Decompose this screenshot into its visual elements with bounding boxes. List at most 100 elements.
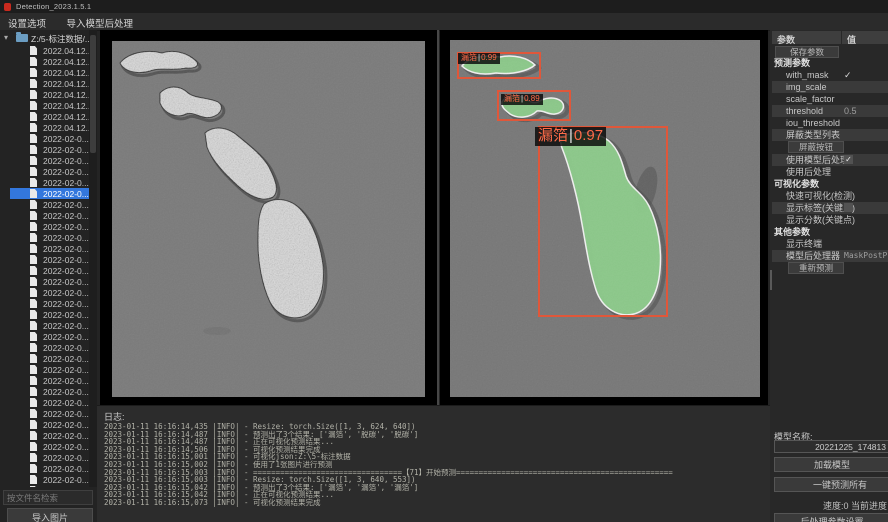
param-row[interactable]: scale_factor — [772, 93, 888, 105]
tree-file-item[interactable]: 2022-02-0... — [10, 254, 89, 265]
param-row[interactable]: 模型后处理器MaskPostPro — [772, 250, 888, 262]
file-icon — [30, 288, 37, 297]
tree-file-item[interactable]: 2022.04.12... — [10, 56, 89, 67]
menubar: 设置选项 导入模型后处理 — [0, 13, 888, 31]
load-model-button[interactable]: 加载模型 — [774, 457, 888, 472]
filename-search-input[interactable] — [3, 490, 93, 505]
tree-file-item[interactable]: 2022-02-0... — [10, 210, 89, 221]
tree-file-label: 2022-02-0... — [43, 442, 89, 452]
tree-file-item[interactable]: 2022-02-0... — [10, 320, 89, 331]
param-action-button[interactable]: 屏蔽按钮 — [788, 141, 844, 153]
tree-file-item[interactable]: 2022-02-0... — [10, 232, 89, 243]
tree-file-item[interactable]: 2022.04.12... — [10, 89, 89, 100]
param-row[interactable]: img_scale — [772, 81, 888, 93]
tree-file-item[interactable]: 2022-02-0... — [10, 265, 89, 276]
tree-file-item[interactable]: 2022-02-0... — [10, 474, 89, 485]
file-icon — [30, 156, 37, 165]
file-icon — [30, 57, 37, 66]
tree-file-item[interactable]: 2022.04.12... — [10, 122, 89, 133]
param-label: 显示标签(关键点) — [772, 203, 855, 213]
param-row[interactable]: with_mask✓ — [772, 69, 888, 81]
param-checkbox[interactable] — [844, 203, 853, 212]
param-row[interactable]: 显示分数(关键点) — [772, 214, 888, 226]
app-icon — [4, 3, 11, 11]
detection-label: 漏箔|0.89 — [501, 94, 543, 105]
menu-settings-options[interactable]: 设置选项 — [0, 13, 54, 30]
param-label: 使用后处理 — [772, 167, 831, 177]
import-images-button[interactable]: 导入图片 — [7, 508, 93, 522]
tree-file-label: 2022-02-0... — [43, 222, 89, 232]
source-image — [112, 41, 425, 397]
param-row[interactable]: 显示终端 — [772, 238, 888, 250]
tree-file-item[interactable]: 2022-02-0... — [10, 430, 89, 441]
tree-file-item[interactable]: 2022-02-0... — [10, 276, 89, 287]
prediction-image-panel[interactable]: 漏箔|0.99漏箔|0.89漏箔|0.97 — [440, 30, 768, 405]
tree-file-item[interactable]: 2022-02-0... — [10, 364, 89, 375]
tree-file-label: 2022-02-0... — [43, 299, 89, 309]
detection-overlay: 漏箔|0.99漏箔|0.89漏箔|0.97 — [450, 40, 760, 397]
tree-file-item[interactable]: 2022-02-0... — [10, 342, 89, 353]
menu-import-model-postprocess[interactable]: 导入模型后处理 — [58, 13, 141, 30]
tree-file-item[interactable]: 2022-02-0... — [10, 166, 89, 177]
tree-file-item[interactable]: 2022-02-0... — [10, 144, 89, 155]
tree-file-item[interactable]: 2022.04.12... — [10, 78, 89, 89]
model-name-field[interactable] — [774, 440, 888, 453]
param-row[interactable]: 快速可视化(检测) — [772, 190, 888, 202]
param-action-button[interactable]: 重新预测 — [788, 262, 844, 274]
tree-file-item[interactable]: 2022-02-0... — [10, 309, 89, 320]
file-icon — [30, 365, 37, 374]
tree-file-item[interactable]: 2022-02-0... — [10, 287, 89, 298]
param-row[interactable]: 使用模型后处理✓ — [772, 154, 888, 166]
tree-file-item[interactable]: 2022-02-0... — [10, 298, 89, 309]
predict-all-button[interactable]: 一键预测所有 — [774, 477, 888, 492]
tree-file-item[interactable]: 2022-02-0... — [10, 397, 89, 408]
tree-file-item[interactable]: 2022-02-0... — [10, 133, 89, 144]
tree-file-label: 2022-02-0... — [43, 266, 89, 276]
tree-file-label: 2022-02-0... — [43, 343, 89, 353]
param-row[interactable]: iou_threshold — [772, 117, 888, 129]
param-row[interactable]: 显示标签(关键点) — [772, 202, 888, 214]
detection-label: 漏箔|0.99 — [458, 53, 500, 64]
param-checkbox[interactable]: ✓ — [844, 155, 853, 164]
tree-file-item[interactable]: 2022-02-0... — [10, 199, 89, 210]
tree-file-item[interactable]: 2022-02-0... — [10, 375, 89, 386]
tree-file-label: 2022.04.12... — [43, 79, 89, 89]
tree-scrollbar-thumb[interactable] — [90, 35, 96, 153]
tree-file-item[interactable]: 2022-02-0... — [10, 419, 89, 430]
tree-file-label: 2022-02-0... — [43, 332, 89, 342]
param-row[interactable]: 屏蔽类型列表 — [772, 129, 888, 141]
tree-file-item[interactable]: 2022-02-0... — [10, 353, 89, 364]
tree-file-item[interactable]: 2022-02-0... — [10, 331, 89, 342]
source-image-panel[interactable] — [100, 30, 437, 405]
tree-file-item[interactable]: 2022.04.12... — [10, 111, 89, 122]
tree-file-label: 2022-02-0... — [43, 376, 89, 386]
tree-file-item[interactable]: 2022.04.12... — [10, 67, 89, 78]
tree-file-item[interactable]: 2022-02-0 — [10, 485, 89, 487]
postprocess-settings-button[interactable]: 后处理参数设置 — [774, 513, 888, 522]
tree-file-item[interactable]: 2022-02-0... — [10, 408, 89, 419]
param-section-header: 其他参数 — [772, 226, 888, 238]
tree-file-label: 2022-02-0... — [43, 211, 89, 221]
tree-file-item[interactable]: 2022-02-0... — [10, 463, 89, 474]
tree-file-item[interactable]: 2022-02-0... — [10, 243, 89, 254]
detection-class-name: 漏箔 — [504, 94, 520, 103]
tree-file-item[interactable]: 2022-02-0... — [10, 177, 89, 188]
tree-file-label: 2022-02-0... — [43, 156, 89, 166]
tree-file-item[interactable]: 2022-02-0... — [10, 221, 89, 232]
tree-file-item[interactable]: 2022-02-0... — [10, 441, 89, 452]
file-icon — [30, 486, 37, 487]
param-row[interactable]: 使用后处理 — [772, 166, 888, 178]
tree-file-item[interactable]: 2022-02-0... — [10, 155, 89, 166]
tree-file-item[interactable]: 2022-02-0... — [10, 452, 89, 463]
tree-file-item[interactable]: 2022-02-0... — [10, 386, 89, 397]
file-icon — [30, 354, 37, 363]
params-scrollbar-thumb[interactable] — [770, 270, 772, 290]
panel-splitter[interactable] — [437, 30, 439, 413]
tree-file-item[interactable]: 2022.04.12... — [10, 45, 89, 56]
tree-file-item[interactable]: 2022-02-0... — [10, 188, 89, 199]
chevron-down-icon[interactable]: ▾ — [4, 33, 8, 42]
param-row[interactable]: threshold0.5 — [772, 105, 888, 117]
file-icon — [30, 310, 37, 319]
tree-file-item[interactable]: 2022.04.12... — [10, 100, 89, 111]
tree-scrollbar[interactable] — [89, 30, 97, 487]
